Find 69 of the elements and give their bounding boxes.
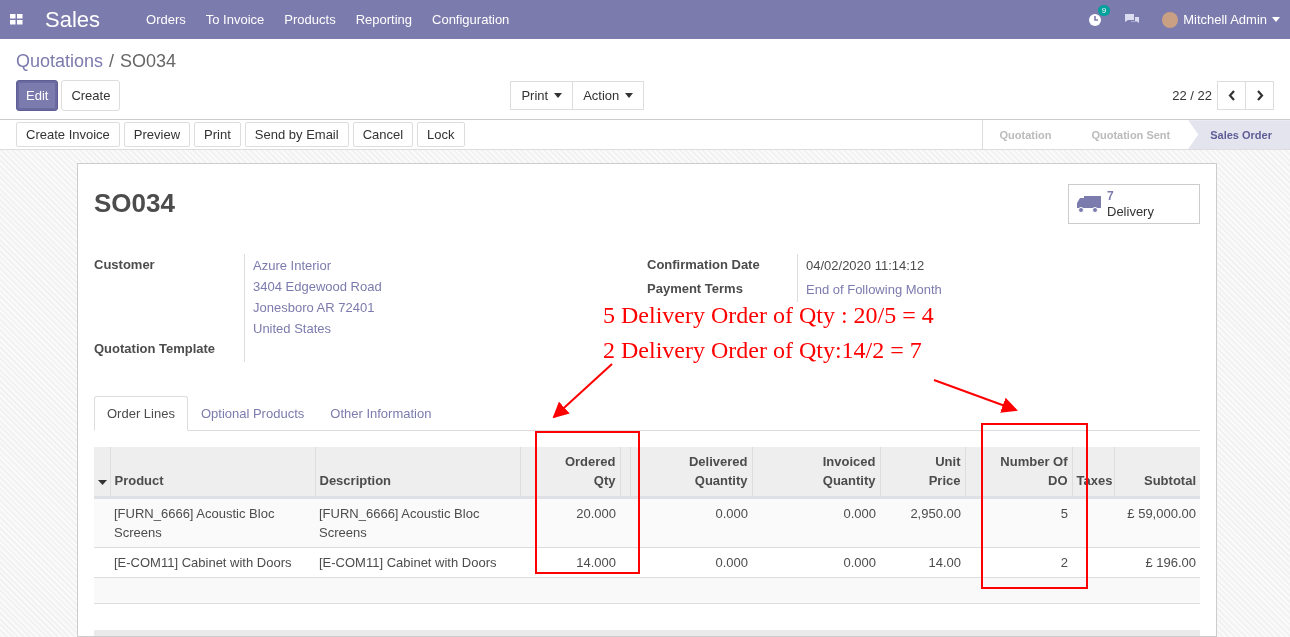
field-label: Confirmation Date: [647, 256, 761, 272]
table-cell: £ 196.00: [1145, 555, 1196, 570]
apps-grid-icon[interactable]: [10, 14, 23, 26]
caret-icon: [625, 93, 634, 99]
app-title: Sales: [45, 6, 101, 33]
notebook-tab[interactable]: Order Lines: [94, 396, 188, 431]
field-link[interactable]: United States: [253, 317, 332, 338]
annotation-text: 5 Delivery Order of Qty : 20/5 = 4: [603, 302, 934, 329]
dropdown-button[interactable]: Print: [510, 81, 574, 111]
field-link[interactable]: Jonesboro AR 72401: [253, 296, 375, 317]
table-cell: [E-COM11] Cabinet with Doors: [319, 555, 497, 570]
chevron-left-icon: [1227, 90, 1236, 102]
sort-caret-icon[interactable]: [98, 480, 107, 485]
breadcrumb-link[interactable]: Quotations: [16, 51, 104, 73]
annotation-text: 2 Delivery Order of Qty:14/2 = 7: [603, 337, 922, 364]
avatar-icon: [1162, 11, 1179, 28]
clock-icon[interactable]: [1088, 12, 1103, 27]
field-link[interactable]: Azure Interior: [253, 254, 332, 275]
chevron-right-icon: [1255, 90, 1264, 102]
table-cell: [FURN_6666] Acoustic Bloc Screens: [114, 506, 275, 540]
menu-item[interactable]: Orders: [146, 12, 186, 28]
caret-icon: [1272, 17, 1280, 23]
pager-counter: 22 / 22: [1172, 88, 1212, 104]
secondary-button[interactable]: Create: [61, 80, 121, 112]
table-cell: 2: [1060, 555, 1068, 570]
menu-item[interactable]: Reporting: [355, 12, 412, 28]
record-title: SO034: [94, 188, 175, 219]
truck-icon: [1077, 194, 1101, 214]
field-value: 04/02/2020 11:14:12: [806, 257, 925, 275]
toolbar-button[interactable]: Send by Email: [244, 122, 349, 148]
toolbar-button[interactable]: Create Invoice: [16, 122, 120, 148]
field-label: Customer: [94, 256, 156, 272]
table-cell: [E-COM11] Cabinet with Doors: [114, 555, 292, 570]
previous-button[interactable]: [1217, 81, 1246, 111]
menu-item[interactable]: To Invoice: [205, 12, 265, 28]
annotation-arrow: [552, 363, 613, 419]
breadcrumb-current: SO034: [120, 51, 177, 73]
table-cell: 20.000: [576, 506, 616, 521]
menu-item[interactable]: Configuration: [432, 12, 510, 28]
table-cell: 5: [1060, 506, 1068, 521]
primary-button[interactable]: Edit: [16, 80, 59, 112]
breadcrumb-separator: /: [109, 51, 115, 73]
toolbar-button[interactable]: Print: [194, 122, 241, 148]
toolbar-button[interactable]: Lock: [417, 122, 465, 148]
field-label: Quotation Template: [94, 340, 217, 356]
table-cell: 14.000: [576, 555, 616, 570]
caret-icon: [554, 93, 563, 99]
notebook-tab[interactable]: Other Information: [317, 396, 445, 431]
toolbar-button[interactable]: Cancel: [352, 122, 414, 148]
table-cell: 0.000: [715, 506, 748, 521]
status-stage[interactable]: Sales Order: [1188, 120, 1290, 149]
menu-item[interactable]: Products: [284, 12, 336, 28]
next-button[interactable]: [1245, 81, 1274, 111]
table-cell: [FURN_6666] Acoustic Bloc Screens: [319, 506, 480, 540]
activity-count-badge: 9: [1097, 4, 1111, 16]
field-label: Payment Terms: [647, 280, 744, 296]
notebook-tab[interactable]: Optional Products: [187, 396, 318, 431]
table-cell: 2,950.00: [910, 506, 961, 521]
table-cell: 0.000: [843, 506, 876, 521]
toolbar-button[interactable]: Preview: [123, 122, 191, 148]
field-link[interactable]: 3404 Edgewood Road: [253, 275, 382, 296]
field-link[interactable]: End of Following Month: [806, 278, 942, 299]
delivery-smart-button[interactable]: 7 Delivery: [1068, 184, 1200, 224]
table-cell: £ 59,000.00: [1127, 506, 1196, 521]
table-cell: 14.00: [928, 555, 961, 570]
dropdown-button[interactable]: Action: [572, 81, 645, 111]
table-cell: 0.000: [715, 555, 748, 570]
table-cell: 0.000: [843, 555, 876, 570]
user-menu[interactable]: Mitchell Admin: [1162, 11, 1280, 28]
